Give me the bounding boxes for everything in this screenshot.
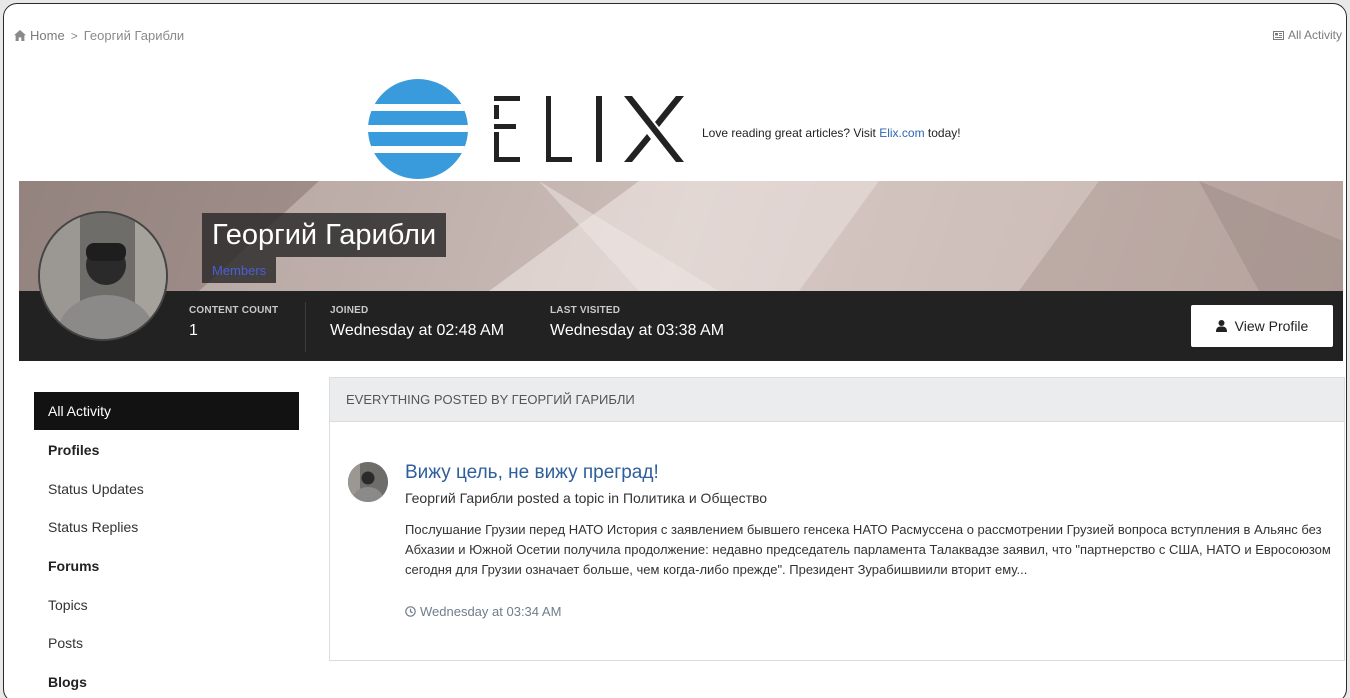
profile-avatar[interactable] [38, 211, 168, 341]
post-excerpt: Послушание Грузии перед НАТО История с з… [405, 522, 1331, 577]
breadcrumb-separator: > [70, 28, 78, 43]
sidebar-item-status-updates[interactable]: Status Updates [34, 470, 314, 508]
top-bar: Home > Георгий Гарибли All Activity [4, 4, 1346, 64]
post-timestamp[interactable]: Wednesday at 03:34 AM [405, 604, 561, 619]
browser-frame: Home > Георгий Гарибли All Activity Love… [3, 3, 1347, 698]
post-author-link[interactable]: Георгий Гарибли [405, 490, 513, 506]
sidebar-item-label: Status Updates [48, 481, 144, 497]
breadcrumb-home-link[interactable]: Home [14, 28, 65, 43]
sidebar-item-posts[interactable]: Posts [34, 624, 314, 662]
user-icon [1215, 320, 1227, 332]
elix-logo-wordmark [494, 96, 684, 162]
sidebar-heading-profiles: Profiles [48, 442, 100, 458]
post-time-label: Wednesday at 03:34 AM [420, 604, 562, 619]
post-author-avatar[interactable] [348, 462, 388, 502]
view-profile-button[interactable]: View Profile [1191, 305, 1333, 347]
sidebar-item-all-activity[interactable]: All Activity [34, 392, 299, 430]
breadcrumb-current[interactable]: Георгий Гарибли [84, 28, 184, 43]
home-icon [14, 30, 26, 41]
profile-group: Members [202, 257, 277, 283]
avatar-image [40, 213, 166, 339]
elix-logo-mark [368, 79, 468, 179]
all-activity-link[interactable]: All Activity [1272, 28, 1342, 42]
ad-banner[interactable]: Love reading great articles? Visit Elix.… [366, 77, 961, 181]
clock-icon [405, 606, 416, 617]
post-avatar-image [348, 462, 388, 502]
stat-joined: JOINED Wednesday at 02:48 AM [330, 305, 504, 340]
sidebar-item-label: Status Replies [48, 519, 139, 535]
post-meta: Георгий Гарибли posted a topic in Полити… [405, 490, 767, 506]
stat-label: JOINED [330, 305, 369, 316]
post-title-link[interactable]: Вижу цель, не вижу преград! [405, 462, 659, 484]
stat-content-count: CONTENT COUNT 1 [189, 305, 278, 340]
stat-label: CONTENT COUNT [189, 305, 279, 316]
ad-tagline-prefix: Love reading great articles? Visit [702, 126, 880, 140]
stat-value: 1 [189, 322, 198, 339]
panel-title: EVERYTHING POSTED BY ГЕОРГИЙ ГАРИБЛИ [330, 378, 1344, 422]
breadcrumb: Home > Георгий Гарибли [14, 28, 184, 43]
sidebar-item-label: Posts [48, 635, 84, 651]
ad-link[interactable]: Elix.com [879, 126, 924, 140]
activity-icon [1272, 30, 1284, 40]
sidebar-item-topics[interactable]: Topics [34, 586, 314, 624]
sidebar-item-status-replies[interactable]: Status Replies [34, 508, 314, 546]
ad-tagline: Love reading great articles? Visit Elix.… [702, 126, 961, 140]
stat-value: Wednesday at 02:48 AM [330, 322, 505, 339]
view-profile-label: View Profile [1234, 318, 1309, 334]
sidebar-heading-blogs: Blogs [48, 674, 87, 690]
activity-sidebar: All Activity Profiles Status Updates Sta… [34, 392, 314, 698]
stat-value: Wednesday at 03:38 AM [550, 322, 725, 339]
stat-divider [305, 302, 306, 352]
sidebar-heading-forums: Forums [48, 558, 100, 574]
sidebar-item-label: All Activity [48, 403, 112, 419]
stat-label: LAST VISITED [550, 305, 621, 316]
ad-tagline-suffix: today! [924, 126, 961, 140]
activity-panel: EVERYTHING POSTED BY ГЕОРГИЙ ГАРИБЛИ Виж… [329, 377, 1345, 661]
post-action-text: posted a topic in [513, 490, 623, 506]
post-forum-link[interactable]: Политика и Общество [623, 490, 767, 506]
all-activity-label: All Activity [1287, 28, 1342, 42]
sidebar-item-label: Topics [48, 597, 88, 613]
breadcrumb-home-label: Home [30, 28, 65, 43]
stat-last-visited: LAST VISITED Wednesday at 03:38 AM [550, 305, 724, 340]
profile-name: Георгий Гарибли [202, 213, 447, 257]
